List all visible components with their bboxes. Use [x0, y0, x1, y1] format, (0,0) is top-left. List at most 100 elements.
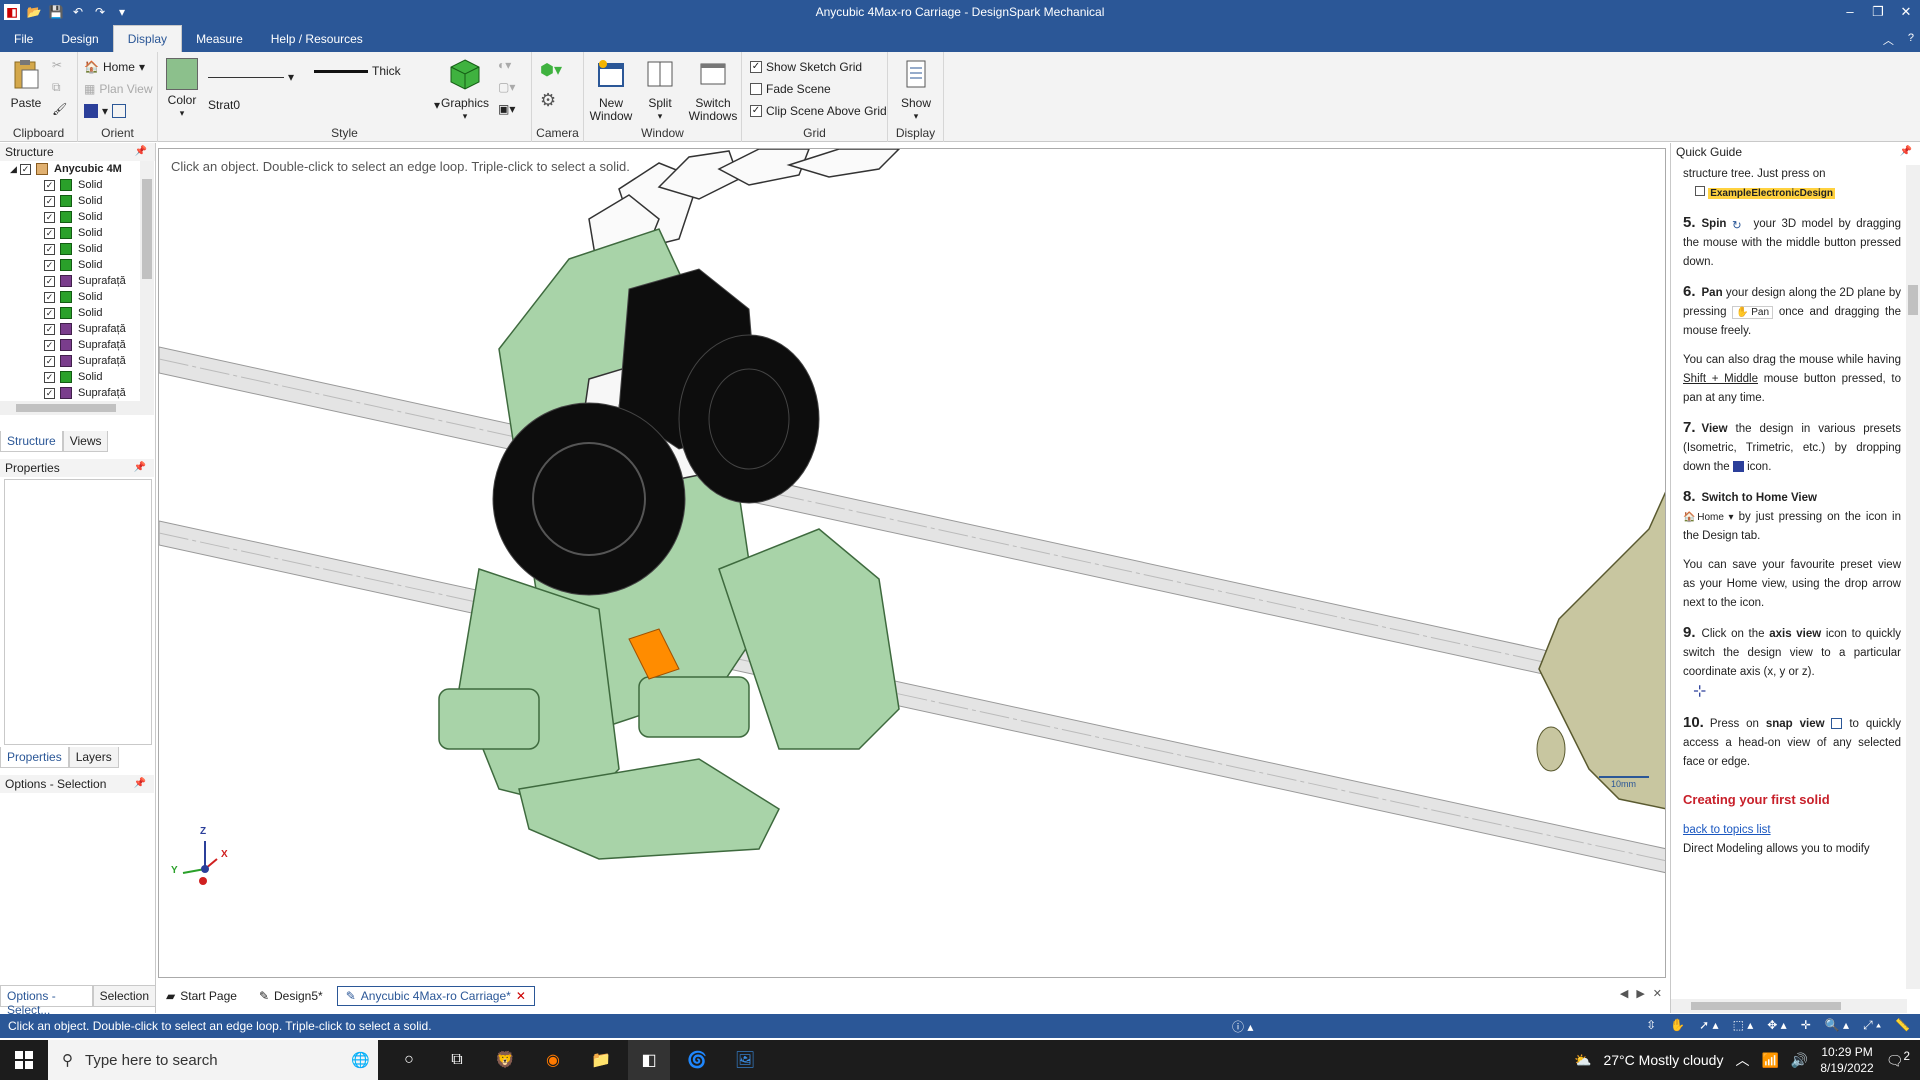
photos-icon[interactable]: 🖼 — [724, 1040, 766, 1080]
edges-icon[interactable]: ▣▾ — [498, 102, 515, 116]
doc-tab-start-page[interactable]: ▰ Start Page — [158, 987, 245, 1005]
pan-tool-icon[interactable]: ✋ — [1670, 1018, 1685, 1033]
view-presets-button[interactable]: ▾ — [84, 104, 127, 118]
color-button[interactable]: Color ▾ — [164, 58, 200, 120]
camera-view-icon[interactable]: ⬢▾ — [540, 60, 562, 80]
cortana-icon[interactable]: ○ — [388, 1040, 430, 1080]
snap-view-icon[interactable] — [112, 104, 127, 118]
tab-selection[interactable]: Selection — [92, 985, 156, 1007]
cut-icon[interactable]: ✂ — [52, 58, 62, 72]
weather-text[interactable]: 27°C Mostly cloudy — [1603, 1052, 1723, 1068]
brave-icon[interactable]: 🦁 — [484, 1040, 526, 1080]
doc-tab-anycubic[interactable]: ✎ Anycubic 4Max-ro Carriage* ✕ — [336, 986, 535, 1006]
tree-item[interactable]: ✓ Suprafață — [0, 337, 154, 353]
3d-scene[interactable] — [159, 149, 1666, 978]
ruler-icon[interactable]: 📏 — [1895, 1018, 1910, 1033]
switch-windows-button[interactable]: Switch Windows — [686, 58, 740, 123]
clip-scene-checkbox[interactable]: ✓ Clip Scene Above Grid — [750, 104, 887, 118]
close-icon[interactable]: ✕ — [1892, 0, 1920, 24]
file-explorer-icon[interactable]: 📁 — [580, 1040, 622, 1080]
undo-icon[interactable]: ↶ — [70, 4, 86, 20]
redo-icon[interactable]: ↷ — [92, 4, 108, 20]
paste-button[interactable]: Paste — [8, 58, 44, 110]
tab-structure[interactable]: Structure — [0, 431, 63, 452]
measure-icon[interactable]: ⤢ ▴ — [1863, 1018, 1881, 1033]
spin-tool-icon[interactable]: ⇳ — [1646, 1018, 1656, 1033]
start-button[interactable] — [0, 1040, 48, 1080]
graphics-button[interactable]: Graphics ▾ — [440, 58, 490, 123]
weather-icon[interactable]: ⛅ — [1574, 1052, 1591, 1069]
doc-tab-design5[interactable]: ✎ Design5* — [251, 987, 331, 1005]
home-button[interactable]: 🏠 Home ▾ — [84, 60, 145, 74]
open-icon[interactable]: 📂 — [26, 4, 42, 20]
tab-help[interactable]: Help / Resources — [257, 26, 377, 52]
tab-layers[interactable]: Layers — [68, 747, 119, 768]
tree-item[interactable]: ✓ Solid — [0, 369, 154, 385]
line-style-dropdown[interactable]: ▾ — [208, 70, 294, 84]
close-icon[interactable]: ✕ — [1653, 987, 1662, 1000]
tree-item[interactable]: ✓ Solid — [0, 289, 154, 305]
tree-item[interactable]: ✓ Solid — [0, 225, 154, 241]
show-sketch-grid-checkbox[interactable]: ✓ Show Sketch Grid — [750, 60, 862, 74]
tree-item[interactable]: ✓ Solid — [0, 257, 154, 273]
tree-item[interactable]: ✓ Suprafață — [0, 273, 154, 289]
pin-icon[interactable]: 📌 — [135, 143, 147, 161]
network-icon[interactable]: 📶 — [1761, 1052, 1778, 1069]
help-icon[interactable]: ? — [1908, 32, 1914, 48]
tree-item[interactable]: ✓ Suprafață — [0, 353, 154, 369]
pan-icon[interactable]: ✛ — [1801, 1018, 1811, 1033]
guide-scrollbar[interactable] — [1906, 165, 1920, 989]
tab-display[interactable]: Display — [112, 25, 183, 52]
tab-measure[interactable]: Measure — [182, 26, 257, 52]
tree-item[interactable]: ✓ Solid — [0, 177, 154, 193]
tab-prev-icon[interactable]: ◀ — [1620, 987, 1628, 1000]
tree-item[interactable]: ✓ Solid — [0, 209, 154, 225]
collapse-icon[interactable]: ◢ — [10, 161, 20, 177]
tree-root[interactable]: ◢ ✓ Anycubic 4M — [0, 161, 154, 177]
back-to-topics-link[interactable]: back to topics list — [1683, 824, 1771, 836]
split-button[interactable]: Split ▾ — [638, 58, 682, 123]
tree-item[interactable]: ✓ Solid — [0, 241, 154, 257]
app-icon[interactable]: 🌀 — [676, 1040, 718, 1080]
pin-icon[interactable]: 📌 — [134, 775, 146, 793]
shading-icon[interactable]: ◐▾ — [498, 58, 511, 72]
line-weight-dropdown[interactable]: Thick▾ — [314, 64, 461, 78]
black-fan-front[interactable] — [492, 402, 686, 596]
show-button[interactable]: Show ▾ — [894, 58, 938, 123]
move-icon[interactable]: ✥ ▴ — [1767, 1018, 1786, 1033]
layer-dropdown[interactable]: Strat0 ▾ — [208, 98, 440, 112]
tree-item[interactable]: ✓ Solid — [0, 193, 154, 209]
plan-view-button[interactable]: ▦ Plan View — [84, 82, 153, 96]
designspark-icon[interactable]: ◧ — [628, 1040, 670, 1080]
collapse-ribbon-icon[interactable]: ︿ — [1883, 32, 1894, 48]
axis-triad[interactable] — [182, 841, 218, 885]
black-fan-right[interactable] — [678, 334, 820, 504]
design-viewport[interactable]: Click an object. Double-click to select … — [158, 148, 1666, 978]
notification-icon[interactable]: 🗨2 — [1886, 1050, 1910, 1070]
tree-scrollbar[interactable] — [140, 161, 154, 401]
tree-item[interactable]: ✓ Solid — [0, 305, 154, 321]
copy-icon[interactable]: ⧉ — [52, 80, 61, 95]
camera-settings-icon[interactable]: ⚙ — [540, 90, 556, 111]
pin-icon[interactable]: 📌 — [1900, 143, 1912, 161]
tab-design[interactable]: Design — [47, 26, 112, 52]
guide-hscrollbar[interactable] — [1671, 999, 1907, 1013]
tab-next-icon[interactable]: ▶ — [1636, 987, 1644, 1000]
taskbar-search[interactable]: ⚲ Type here to search 🌐 — [48, 1040, 378, 1080]
pin-icon[interactable]: 📌 — [134, 459, 146, 477]
tree-item[interactable]: ✓ Suprafață — [0, 321, 154, 337]
zoom-icon[interactable]: 🔍 ▴ — [1825, 1018, 1849, 1033]
transparency-icon[interactable]: ▢▾ — [498, 80, 515, 94]
tray-expand-icon[interactable]: ︿ — [1735, 1050, 1749, 1070]
tab-options-select[interactable]: Options - Select... — [0, 985, 93, 1017]
tree-item[interactable]: ✓ Suprafață — [0, 385, 154, 401]
tab-views[interactable]: Views — [62, 431, 109, 452]
box-select-icon[interactable]: ⬚ ▴ — [1733, 1018, 1754, 1033]
tab-properties[interactable]: Properties — [0, 747, 69, 768]
new-window-button[interactable]: New Window — [588, 58, 634, 123]
format-painter-icon[interactable]: 🖌 — [52, 102, 67, 116]
restore-icon[interactable]: ❐ — [1864, 0, 1892, 24]
minimize-icon[interactable]: – — [1836, 0, 1864, 24]
app-icon[interactable]: ◉ — [532, 1040, 574, 1080]
close-tab-icon[interactable]: ✕ — [516, 989, 526, 1003]
